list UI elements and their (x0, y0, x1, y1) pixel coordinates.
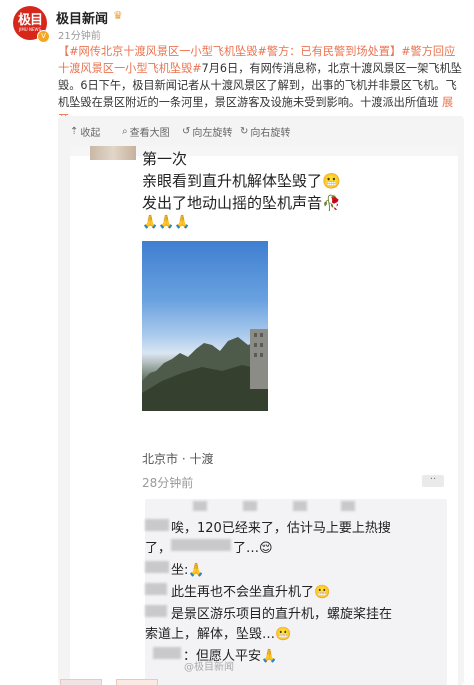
screenshot-time: 28分钟前 (142, 476, 194, 490)
rotate-right-icon: ↻ (240, 126, 249, 137)
screenshot-line-4: 🙏🙏🙏 (142, 215, 191, 230)
rotate-left-icon: ↺ (182, 126, 191, 137)
view-large-label: 查看大图 (129, 128, 170, 139)
comment-line: 了…😌 (233, 541, 273, 556)
bottom-blurred-button (116, 679, 158, 685)
verified-icon: V (37, 30, 50, 43)
media-card: ⇡ 收起 ⌕ 查看大图 ↺ 向左旋转 ↻ 向右旋转 第一次 亲眼看到直升机解体坠… (58, 116, 464, 685)
watermark: @极目新闻 (184, 662, 234, 673)
collapse-label: 收起 (80, 128, 101, 139)
blurred-name (145, 519, 169, 531)
weibo-post: 极目 JIMU NEWS V 极目新闻 ♛ 21分钟前 【#网传北京十渡风景区一… (0, 0, 474, 685)
post-screenshot-image[interactable]: 第一次 亲眼看到直升机解体坠毁了😬 发出了地动山摇的坠机声音🥀 🙏🙏🙏 北京市 … (70, 146, 458, 685)
more-icon: ·· (422, 475, 444, 487)
mountain-photo-drawing (142, 329, 268, 411)
collapse-button[interactable]: ⇡ 收起 (70, 124, 100, 139)
blurred-name (153, 647, 181, 659)
topic-link[interactable]: 【#网传北京十渡风景区一小型飞机坠毁#警方：已有民警到场处置】 (58, 45, 401, 58)
comment-line: 唉，120已经来了，估计马上要上热搜 (171, 521, 391, 536)
comment-line: 此生再也不会坐直升机了😬 (171, 585, 331, 600)
author-name[interactable]: 极目新闻 (56, 8, 108, 27)
comment-line: 坐:🙏 (171, 563, 205, 578)
blurred-mark (193, 501, 207, 511)
rotate-right-button[interactable]: ↻ 向右旋转 (240, 124, 290, 139)
comment-line: 了， (145, 541, 172, 556)
blurred-name (145, 605, 167, 617)
image-toolbar: ⇡ 收起 ⌕ 查看大图 ↺ 向左旋转 ↻ 向右旋转 (58, 116, 464, 144)
screenshot-line-1: 第一次 (142, 150, 188, 168)
mountain-photo (142, 241, 268, 411)
screenshot-line-3: 发出了地动山摇的坠机声音🥀 (142, 194, 341, 212)
search-icon: ⌕ (122, 126, 128, 137)
comment-line: 是景区游乐项目的直升机，螺旋桨挂在 (171, 607, 393, 622)
blurred-name (145, 583, 167, 595)
rotate-right-label: 向右旋转 (250, 128, 291, 139)
bottom-blurred-button (60, 679, 102, 685)
comment-line: 索道上，解体，坠毁…😬 (145, 627, 292, 642)
blurred-avatar (90, 146, 136, 160)
view-large-button[interactable]: ⌕ 查看大图 (122, 124, 170, 139)
collapse-icon: ⇡ (70, 126, 79, 137)
blurred-text (171, 539, 231, 551)
post-time[interactable]: 21分钟前 (58, 27, 101, 42)
crown-icon: ♛ (113, 9, 123, 22)
blurred-name (145, 561, 169, 573)
rotate-left-button[interactable]: ↺ 向左旋转 (182, 124, 232, 139)
screenshot-line-2: 亲眼看到直升机解体坠毁了😬 (142, 172, 341, 190)
rotate-left-label: 向左旋转 (192, 128, 233, 139)
blurred-mark (243, 501, 257, 511)
location-label: 北京市 · 十渡 (142, 452, 214, 466)
blurred-mark (293, 501, 307, 511)
avatar-logo-text: 极目 (17, 13, 43, 28)
blurred-mark (341, 501, 355, 511)
